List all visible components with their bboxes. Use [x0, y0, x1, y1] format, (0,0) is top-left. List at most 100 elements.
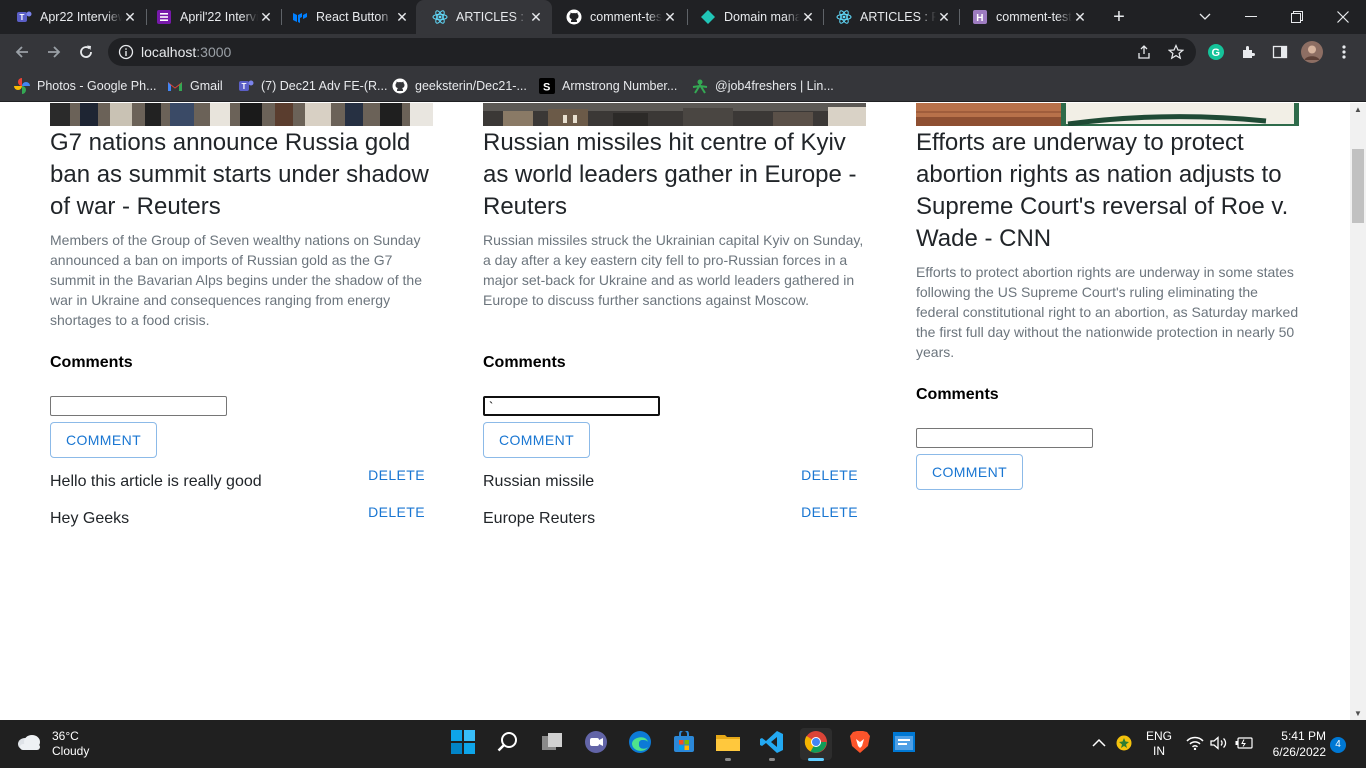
forward-button[interactable] [42, 40, 66, 64]
show-hidden-icons[interactable] [1092, 720, 1106, 768]
bookmark-label: Gmail [190, 79, 223, 93]
tab-articles-react-2[interactable]: ARTICLES : React ✕ [820, 0, 960, 34]
bookmark-job4freshers[interactable]: @job4freshers | Lin... [692, 76, 834, 96]
heroku-icon: H [972, 9, 988, 25]
close-icon[interactable]: ✕ [1072, 9, 1088, 25]
windows-taskbar: 36°C Cloudy ENG IN 5:41 PM 6/26/2022 [0, 720, 1366, 768]
side-panel-icon[interactable] [1269, 41, 1291, 63]
scroll-down-arrow-icon[interactable]: ▼ [1354, 709, 1362, 718]
tab-search-button[interactable] [1182, 0, 1228, 34]
forms-icon [156, 9, 172, 25]
bookmark-armstrong-number[interactable]: S Armstrong Number... [539, 76, 677, 96]
file-explorer-button[interactable] [712, 728, 744, 761]
language-code: ENG [1145, 729, 1172, 743]
new-tab-button[interactable]: + [1108, 6, 1130, 28]
start-button[interactable] [447, 728, 479, 760]
comment-button[interactable]: COMMENT [916, 454, 1023, 490]
clock-date: 6/26/2022 [1272, 745, 1326, 759]
page-scrollbar[interactable]: ▲ ▼ [1350, 103, 1366, 720]
bookmark-google-photos[interactable]: Photos - Google Ph... [14, 76, 157, 96]
bookmark-geeksterin[interactable]: geeksterin/Dec21-... [392, 76, 527, 96]
tab-domain-manager[interactable]: Domain manager ✕ [684, 0, 824, 34]
bookmark-teams-dec21[interactable]: T (7) Dec21 Adv FE-(R... [238, 76, 387, 96]
close-icon[interactable]: ✕ [394, 9, 410, 25]
close-icon[interactable]: ✕ [258, 9, 274, 25]
comment-button[interactable]: COMMENT [50, 422, 157, 458]
close-icon[interactable]: ✕ [662, 9, 678, 25]
close-icon[interactable]: ✕ [122, 9, 138, 25]
delete-button[interactable]: DELETE [368, 504, 425, 522]
search-icon [497, 731, 519, 758]
restore-button[interactable] [1274, 0, 1320, 34]
close-icon[interactable]: ✕ [936, 9, 952, 25]
article-description: Efforts to protect abortion rights are u… [916, 264, 1299, 360]
article-title: Russian missiles hit centre of Kyiv as w… [483, 129, 857, 220]
system-clock[interactable]: 5:41 PM 6/26/2022 [1262, 728, 1326, 760]
scrollbar-thumb[interactable] [1352, 149, 1364, 223]
url-text: localhost:3000 [141, 44, 232, 60]
close-icon[interactable]: ✕ [528, 9, 544, 25]
task-view-icon [540, 731, 564, 758]
info-icon[interactable] [118, 44, 134, 60]
teams-chat-icon [584, 730, 608, 759]
close-icon[interactable]: ✕ [800, 9, 816, 25]
comment-button[interactable]: COMMENT [483, 422, 590, 458]
article-title: Efforts are underway to protect abortion… [916, 129, 1289, 252]
weather-widget[interactable]: 36°C Cloudy [16, 729, 89, 759]
vscode-button[interactable] [756, 728, 788, 761]
comment-item: Hello this article is really good DELETE [50, 467, 433, 497]
bookmark-label: Armstrong Number... [562, 79, 678, 93]
reload-button[interactable] [74, 40, 98, 64]
bookmark-gmail[interactable]: Gmail [167, 76, 223, 96]
notification-badge[interactable]: 4 [1330, 737, 1346, 753]
delete-button[interactable]: DELETE [801, 467, 858, 485]
comment-item: Russian missile DELETE [483, 467, 866, 497]
article-image [50, 103, 433, 126]
tray-app-icon[interactable] [1116, 720, 1132, 768]
chrome-icon [804, 730, 828, 759]
tab-react-button[interactable]: React Button ✕ [276, 0, 418, 34]
temperature: 36°C [52, 729, 79, 743]
store-button[interactable] [668, 728, 700, 760]
tab-articles-react-active[interactable]: ARTICLES : React ✕ [416, 0, 552, 34]
address-bar[interactable]: localhost:3000 [108, 38, 1196, 66]
edge-button[interactable] [624, 728, 656, 760]
teams-chat-button[interactable] [580, 728, 612, 760]
profile-avatar[interactable] [1301, 41, 1323, 63]
menu-kebab-icon[interactable] [1333, 41, 1355, 63]
close-window-button[interactable] [1320, 0, 1366, 34]
back-button[interactable] [10, 40, 34, 64]
battery-status[interactable] [1235, 720, 1253, 768]
comment-input[interactable] [916, 428, 1093, 448]
delete-button[interactable]: DELETE [368, 467, 425, 485]
tab-april22-interview[interactable]: April'22 Interview ✕ [140, 0, 282, 34]
tab-apr22-interview[interactable]: T Apr22 Interview ✕ [0, 0, 146, 34]
tab-comment-test-heroku[interactable]: H comment-test ✕ [956, 0, 1096, 34]
comment-input[interactable] [483, 396, 660, 416]
svg-text:T: T [242, 82, 247, 91]
delete-button[interactable]: DELETE [801, 504, 858, 522]
brave-button[interactable] [844, 728, 876, 760]
tab-title: Apr22 Interview [40, 10, 122, 24]
wifi-status[interactable] [1186, 720, 1204, 768]
extensions-icon[interactable] [1237, 41, 1259, 63]
browser-toolbar: localhost:3000 G [0, 34, 1366, 70]
minimize-button[interactable] [1228, 0, 1274, 34]
language-region: IN [1153, 744, 1165, 758]
app-button[interactable] [888, 728, 920, 760]
language-indicator[interactable]: ENG IN [1144, 720, 1174, 768]
chrome-button[interactable] [800, 728, 832, 761]
task-view-button[interactable] [536, 728, 568, 760]
share-icon[interactable] [1136, 44, 1152, 60]
active-indicator [808, 758, 824, 761]
article-title: G7 nations announce Russia gold ban as s… [50, 129, 429, 220]
job-icon [692, 78, 708, 94]
volume-status[interactable] [1210, 720, 1228, 768]
tab-comment-test-github[interactable]: comment-test ✕ [550, 0, 686, 34]
search-button[interactable] [492, 728, 524, 760]
grammarly-icon[interactable]: G [1205, 41, 1227, 63]
comment-input[interactable] [50, 396, 227, 416]
scroll-up-arrow-icon[interactable]: ▲ [1354, 105, 1362, 114]
bookmark-star-icon[interactable] [1167, 44, 1185, 60]
netlify-icon [700, 9, 716, 25]
